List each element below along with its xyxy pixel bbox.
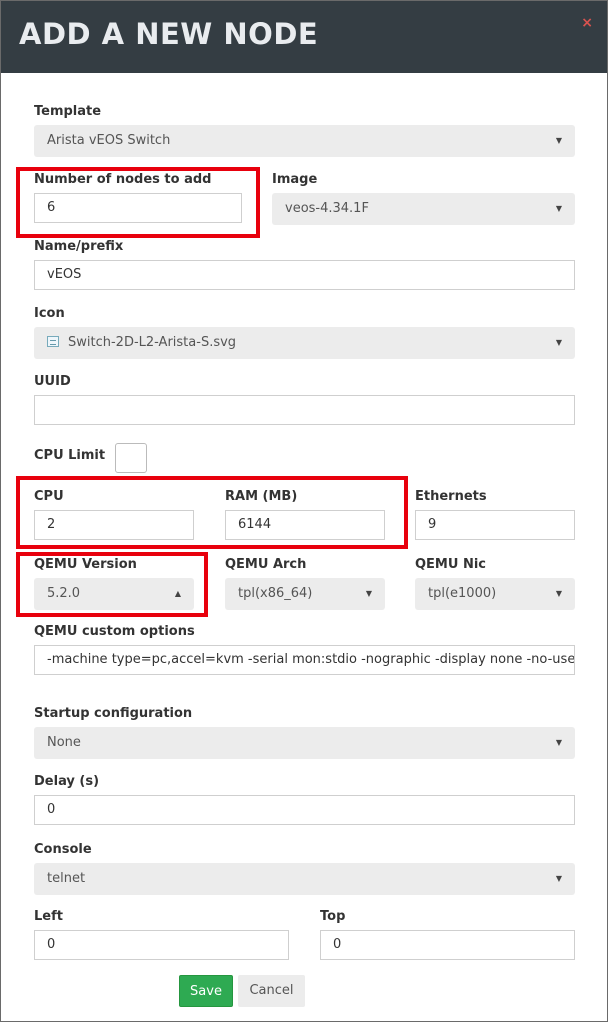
chevron-down-icon: ▼ — [555, 589, 562, 598]
add-node-dialog: ADD A NEW NODE × Template Arista vEOS Sw… — [0, 0, 608, 1022]
qemu-arch-select[interactable]: tpl(x86_64) ▼ — [225, 578, 385, 610]
name-prefix-label: Name/prefix — [34, 239, 124, 254]
template-value: Arista vEOS Switch — [47, 133, 171, 148]
uuid-label: UUID — [34, 374, 71, 389]
console-value: telnet — [47, 871, 86, 886]
chevron-down-icon: ▼ — [555, 874, 562, 883]
chevron-down-icon: ▼ — [555, 338, 562, 347]
qemu-nic-label: QEMU Nic — [415, 557, 486, 572]
uuid-input[interactable] — [34, 395, 575, 425]
qemu-options-label: QEMU custom options — [34, 624, 195, 639]
startup-config-label: Startup configuration — [34, 706, 193, 721]
image-value: veos-4.34.1F — [285, 201, 369, 216]
qemu-options-input[interactable]: -machine type=pc,accel=kvm -serial mon:s… — [34, 645, 575, 675]
image-select[interactable]: veos-4.34.1F ▼ — [272, 193, 575, 225]
highlight-box-cpu-ram — [16, 476, 408, 549]
highlight-box-qemu-version — [16, 552, 208, 617]
console-label: Console — [34, 842, 92, 857]
left-label: Left — [34, 909, 63, 924]
ethernets-input[interactable]: 9 — [415, 510, 575, 540]
console-select[interactable]: telnet ▼ — [34, 863, 575, 895]
startup-config-value: None — [47, 735, 81, 750]
icon-value: Switch-2D-L2-Arista-S.svg — [68, 335, 237, 350]
close-icon[interactable]: × — [581, 15, 593, 31]
template-select[interactable]: Arista vEOS Switch ▼ — [34, 125, 575, 157]
left-input[interactable]: 0 — [34, 930, 289, 960]
image-label: Image — [272, 172, 318, 187]
dialog-title: ADD A NEW NODE — [19, 17, 319, 51]
highlight-box-nodes-count — [16, 167, 260, 238]
startup-config-select[interactable]: None ▼ — [34, 727, 575, 759]
cancel-button[interactable]: Cancel — [238, 975, 305, 1007]
chevron-down-icon: ▼ — [365, 589, 372, 598]
top-input[interactable]: 0 — [320, 930, 575, 960]
qemu-nic-value: tpl(e1000) — [428, 586, 497, 601]
cpu-limit-label: CPU Limit — [34, 448, 106, 463]
top-label: Top — [320, 909, 346, 924]
delay-input[interactable]: 0 — [34, 795, 575, 825]
delay-label: Delay (s) — [34, 774, 100, 789]
chevron-down-icon: ▼ — [555, 204, 562, 213]
chevron-down-icon: ▼ — [555, 136, 562, 145]
image-file-icon — [47, 336, 59, 347]
qemu-arch-value: tpl(x86_64) — [238, 586, 313, 601]
icon-label: Icon — [34, 306, 65, 321]
chevron-down-icon: ▼ — [555, 738, 562, 747]
cpu-limit-checkbox[interactable] — [115, 443, 147, 473]
qemu-arch-label: QEMU Arch — [225, 557, 307, 572]
template-label: Template — [34, 104, 102, 119]
qemu-nic-select[interactable]: tpl(e1000) ▼ — [415, 578, 575, 610]
name-prefix-input[interactable]: vEOS — [34, 260, 575, 290]
save-button[interactable]: Save — [179, 975, 233, 1007]
dialog-header: ADD A NEW NODE × — [1, 1, 607, 73]
ethernets-label: Ethernets — [415, 489, 487, 504]
icon-select[interactable]: Switch-2D-L2-Arista-S.svg ▼ — [34, 327, 575, 359]
